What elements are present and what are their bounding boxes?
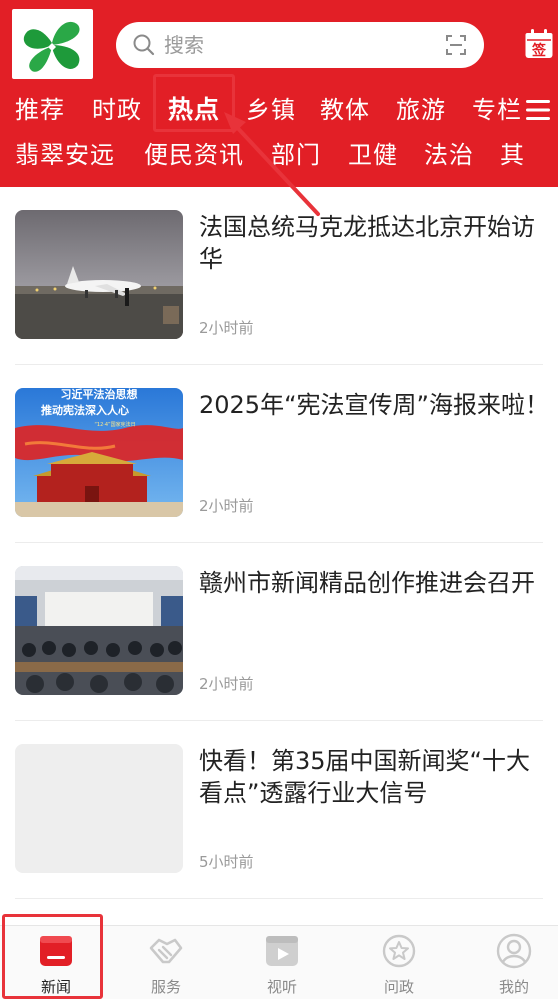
news-thumbnail-placeholder [15,744,183,873]
handshake-icon [149,938,183,964]
airplane-image [15,210,183,339]
bottom-navigation: 新闻 服务 视听 问政 我的 [0,925,558,999]
news-title: 赣州市新闻精品创作推进会召开 [199,569,535,597]
news-item[interactable]: 快看！第35届中国新闻奖“十大看点”透露行业大信号 5小时前 [0,721,558,899]
svg-text:签: 签 [531,42,547,59]
meeting-room-image [15,566,183,695]
nav-news[interactable]: 新闻 [0,926,112,999]
tab-recommend[interactable]: 推荐 [15,90,65,130]
news-thumbnail [15,566,183,695]
news-time: 5小时前 [199,853,254,871]
tab-politics[interactable]: 时政 [92,90,142,130]
search-bar[interactable]: 搜索 [116,22,484,68]
tab-feicui-anyuan[interactable]: 翡翠安远 [15,135,115,175]
tab-township[interactable]: 乡镇 [246,90,296,130]
divider [15,898,543,899]
scan-icon[interactable] [444,33,468,57]
nav-label: 视听 [266,978,297,996]
tab-convenience-info[interactable]: 便民资讯 [144,135,244,175]
news-item[interactable]: 法国总统马克龙抵达北京开始访华 2小时前 [0,187,558,365]
tab-health[interactable]: 卫健 [348,135,398,175]
tab-departments[interactable]: 部门 [271,135,321,175]
nav-label: 新闻 [40,978,71,996]
svg-text:“12·4”国家宪法日: “12·4”国家宪法日 [94,421,135,428]
news-time: 2小时前 [199,675,254,693]
nav-profile[interactable]: 我的 [458,926,558,999]
tab-column[interactable]: 专栏 [472,90,522,130]
tab-travel[interactable]: 旅游 [396,90,446,130]
channel-tabs-row-1: 推荐 时政 热点 乡镇 教体 旅游 专栏 [0,90,558,130]
news-title: 法国总统马克龙抵达北京开始访华 [199,213,535,273]
channel-tabs-row-2: 翡翠安远 便民资讯 部门 卫健 法治 其 [0,135,558,175]
search-placeholder: 搜索 [164,33,204,57]
star-badge-icon [382,934,416,968]
constitution-poster-image: 习近平法治思想 推动宪法深入人心 “12·4”国家宪法日 [15,388,183,517]
nav-service[interactable]: 服务 [110,926,222,999]
news-time: 2小时前 [199,497,254,515]
news-time: 2小时前 [199,319,254,337]
nav-label: 问政 [383,978,414,996]
news-title: 2025年“宪法宣传周”海报来啦！ [199,391,549,419]
sign-in-calendar-icon[interactable]: 签 [524,28,554,60]
news-item[interactable]: 习近平法治思想 推动宪法深入人心 “12·4”国家宪法日 2025年“宪法宣传周… [0,365,558,543]
tab-education[interactable]: 教体 [320,90,370,130]
nav-label: 我的 [498,978,529,996]
app-logo [12,9,93,79]
annotation-highlight-box [153,74,235,132]
search-icon [133,34,155,56]
svg-text:推动宪法深入人心: 推动宪法深入人心 [41,403,129,417]
menu-icon[interactable] [526,99,550,121]
svg-text:习近平法治思想: 习近平法治思想 [61,388,138,401]
news-thumbnail: 习近平法治思想 推动宪法深入人心 “12·4”国家宪法日 [15,388,183,517]
app-header: 搜索 签 推荐 时政 热点 乡镇 教体 旅游 专栏 翡翠安远 便民资讯 部门 卫… [0,0,558,187]
clover-logo-icon [23,21,80,72]
news-thumbnail [15,210,183,339]
user-icon [496,933,532,969]
nav-label: 服务 [150,978,181,996]
news-item[interactable]: 赣州市新闻精品创作推进会召开 2小时前 [0,543,558,721]
news-icon [40,936,72,966]
nav-media[interactable]: 视听 [226,926,338,999]
nav-inquiry[interactable]: 问政 [343,926,455,999]
tab-law[interactable]: 法治 [424,135,474,175]
video-play-icon [266,936,298,966]
tab-other[interactable]: 其 [500,135,525,175]
news-title: 快看！第35届中国新闻奖“十大看点”透露行业大信号 [199,747,530,807]
